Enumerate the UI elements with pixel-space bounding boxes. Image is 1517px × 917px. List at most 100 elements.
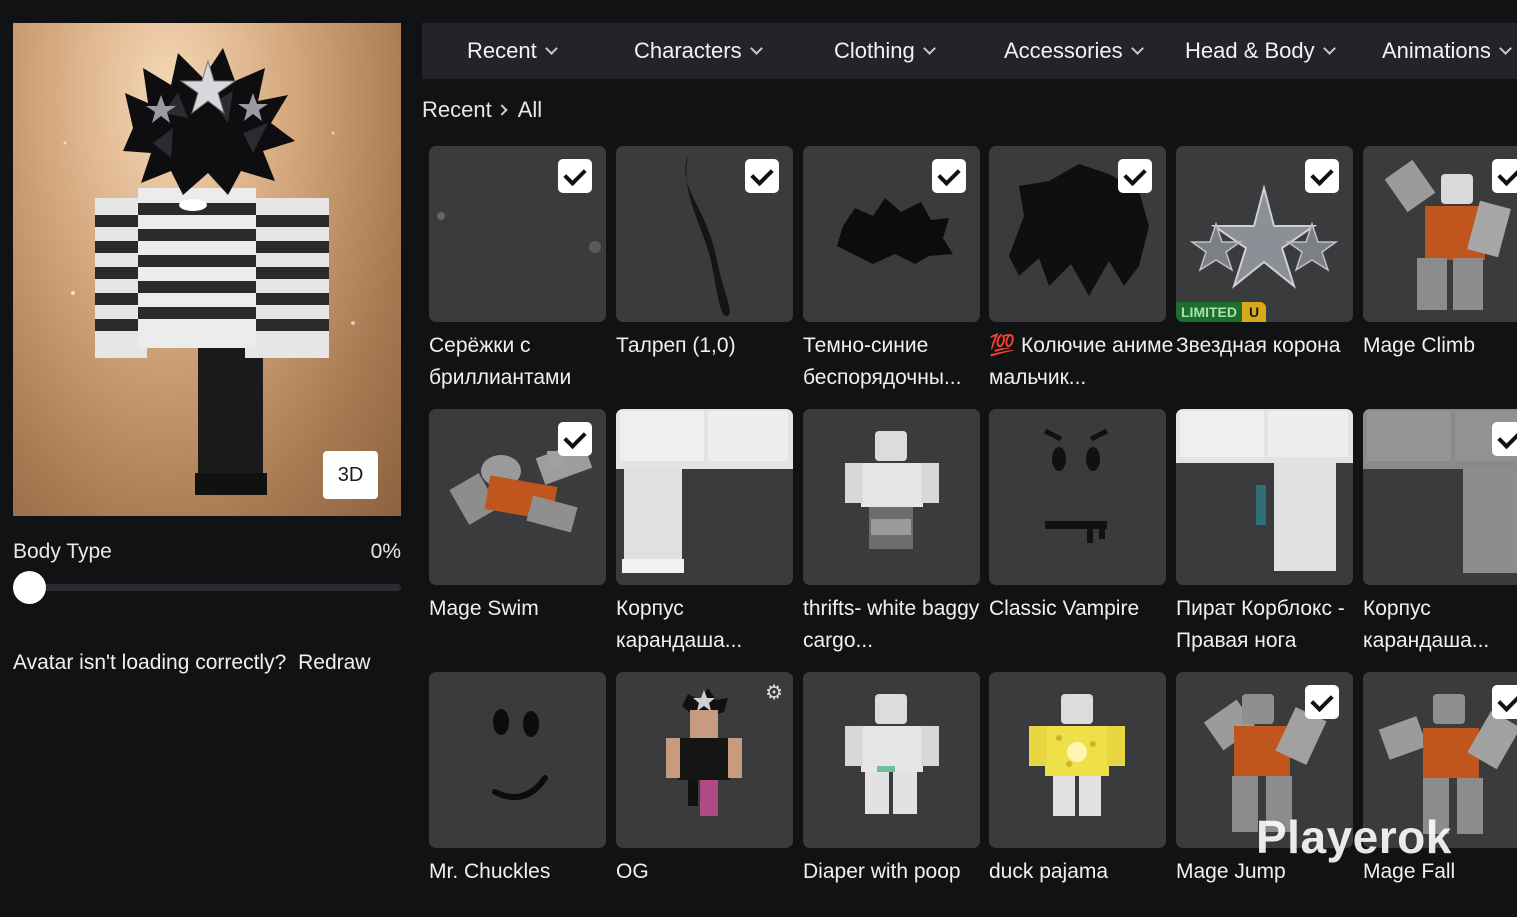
item-name: Корпус карандаша... (1363, 597, 1490, 652)
checkbox-checked[interactable] (558, 422, 592, 456)
item-name: Mr. Chuckles (429, 860, 551, 883)
limited-badge: LIMITED U (1176, 302, 1267, 322)
item-card[interactable]: Серёжки с бриллиантами (429, 146, 606, 394)
chevron-down-icon (1130, 41, 1144, 55)
body-type-slider-thumb[interactable] (13, 571, 46, 604)
item-name: Classic Vampire (989, 597, 1140, 620)
item-card[interactable]: Талреп (1,0) (616, 146, 793, 362)
checkbox-checked[interactable] (932, 159, 966, 193)
chevron-down-icon (1498, 41, 1512, 55)
item-name: Темно-синие беспорядочны... (803, 334, 962, 389)
chevron-down-icon (544, 41, 558, 55)
item-card[interactable]: Diaper with poop (803, 672, 980, 888)
item-card[interactable]: ⚙ OG (616, 672, 793, 888)
diaper-icon (845, 694, 939, 814)
item-thumbnail (429, 672, 606, 848)
pirate-leg-icon (1176, 409, 1353, 571)
item-name: Mage Swim (429, 597, 539, 620)
item-thumbnail (803, 409, 980, 585)
tab-accessories[interactable]: Accessories (1004, 23, 1144, 79)
chevron-right-icon (496, 104, 508, 116)
item-card[interactable]: Пират Корблокс - Правая нога (1176, 409, 1353, 657)
checkbox-checked[interactable] (745, 159, 779, 193)
tab-characters[interactable]: Characters (634, 23, 763, 79)
body-type-slider-track[interactable] (13, 584, 401, 591)
breadcrumb: Recent All (422, 97, 542, 123)
checkbox-checked[interactable] (558, 159, 592, 193)
item-thumbnail (1176, 409, 1353, 585)
checkbox-checked[interactable] (1492, 159, 1517, 193)
breadcrumb-current: All (517, 97, 543, 122)
item-card[interactable]: Корпус карандаша... (616, 409, 793, 657)
checkbox-checked[interactable] (1305, 685, 1339, 719)
item-name: Пират Корблокс - Правая нога (1176, 597, 1345, 652)
pencil-torso-icon (616, 409, 793, 573)
item-name: Mage Climb (1363, 334, 1476, 357)
body-type-label: Body Type (13, 540, 112, 563)
tab-animations[interactable]: Animations (1382, 23, 1512, 79)
avatar-figure (63, 48, 355, 495)
tab-label: Characters (634, 38, 742, 63)
checkbox-checked[interactable] (1118, 159, 1152, 193)
item-thumbnail: ⚙ (616, 672, 793, 848)
limited-label: LIMITED (1176, 302, 1242, 322)
avatar-preview[interactable]: 3D (13, 23, 401, 516)
item-card[interactable]: duck pajama (989, 672, 1166, 888)
chevron-down-icon (922, 41, 936, 55)
item-card[interactable]: 💯 Колючие аниме мальчик... (989, 146, 1173, 394)
item-thumbnail (803, 672, 980, 848)
body-type-value: 0% (370, 540, 401, 563)
item-thumbnail (616, 146, 793, 322)
item-name: 💯 Колючие аниме мальчик... (989, 334, 1174, 389)
item-name: Звездная корона (1176, 334, 1341, 357)
avatar-help-text: Avatar isn't loading correctly? (13, 651, 287, 674)
avatar-editor: 3D Body Type 0% Avatar isn't loading cor… (0, 0, 1517, 917)
watermark-logo: Playerok (1256, 811, 1452, 863)
tab-label: Head & Body (1185, 38, 1315, 63)
tab-label: Recent (467, 38, 537, 63)
item-name: Серёжки с бриллиантами (429, 334, 572, 389)
pajama-icon (1029, 694, 1125, 816)
tab-label: Animations (1382, 38, 1491, 63)
tab-head-body[interactable]: Head & Body (1185, 23, 1336, 79)
chevron-down-icon (1322, 41, 1336, 55)
item-name: thrifts- white baggy cargo... (803, 597, 980, 652)
item-card[interactable]: thrifts- white baggy cargo... (803, 409, 980, 657)
item-card[interactable]: Корпус карандаша... (1363, 409, 1517, 657)
checkbox-checked[interactable] (1492, 422, 1517, 456)
item-thumbnail (429, 146, 606, 322)
category-nav: Recent Characters Clothing Accessories H… (422, 23, 1517, 79)
tab-clothing[interactable]: Clothing (834, 23, 936, 79)
unique-label: U (1242, 302, 1267, 322)
chevron-down-icon (749, 41, 763, 55)
item-card[interactable]: Mr. Chuckles (429, 672, 606, 888)
item-name: Корпус карандаша... (616, 597, 743, 652)
checkbox-checked[interactable] (1492, 685, 1517, 719)
tab-label: Clothing (834, 38, 915, 63)
breadcrumb-root[interactable]: Recent (422, 97, 492, 123)
gear-icon[interactable]: ⚙ (765, 680, 783, 705)
item-name: Diaper with poop (803, 860, 961, 883)
item-thumbnail (429, 409, 606, 585)
item-card[interactable]: Mage Swim (429, 409, 606, 625)
item-card[interactable]: Classic Vampire (989, 409, 1166, 625)
item-name: OG (616, 860, 649, 883)
item-card[interactable]: Темно-синие беспорядочны... (803, 146, 980, 394)
item-thumbnail (803, 146, 980, 322)
item-thumbnail (989, 672, 1166, 848)
tab-label: Accessories (1004, 38, 1123, 63)
tab-recent[interactable]: Recent (467, 23, 558, 79)
item-thumbnail (989, 409, 1166, 585)
vampire-face-icon (1043, 428, 1109, 543)
smile-face-icon (492, 709, 548, 801)
item-thumbnail (1363, 409, 1517, 585)
checkbox-checked[interactable] (1305, 159, 1339, 193)
item-thumbnail: LIMITED U (1176, 146, 1353, 322)
view-3d-button[interactable]: 3D (323, 451, 378, 499)
cargo-pants-icon (845, 431, 939, 549)
item-card[interactable]: Mage Climb (1363, 146, 1517, 362)
redraw-link[interactable]: Redraw (298, 651, 370, 674)
item-card[interactable]: LIMITED U Звездная корона (1176, 146, 1353, 362)
item-name: duck pajama (989, 860, 1109, 883)
item-name: Талреп (1,0) (616, 334, 736, 357)
